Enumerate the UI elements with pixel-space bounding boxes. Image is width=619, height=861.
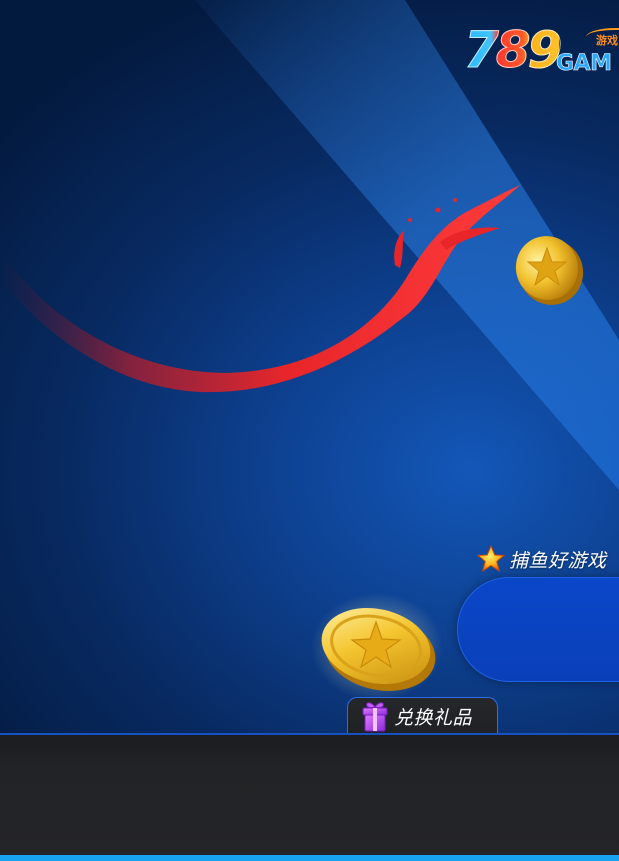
hero-banner: 789 游戏 GAM 捕鱼好游戏 兑换礼品 [0,0,619,733]
exchange-gift-tab[interactable]: 兑换礼品 [347,697,498,733]
logo-tag: 游戏 [596,34,618,47]
tagline-text: 捕鱼好游戏 [509,549,607,572]
gift-tab-label: 兑换礼品 [394,706,473,729]
gold-coin-large [311,593,443,701]
footer-strip [0,855,619,861]
brand-logo: 789 游戏 GAM [463,21,619,82]
gold-coin-small [515,236,584,305]
feature-pill-button[interactable] [457,577,619,682]
tagline: 捕鱼好游戏 [477,543,607,575]
gift-icon [362,702,388,732]
footer-bar [0,733,619,861]
logo-number: 789 [463,21,562,79]
logo-word: GAM [556,51,613,76]
star-icon [477,545,505,573]
red-paint-splash [0,185,520,393]
